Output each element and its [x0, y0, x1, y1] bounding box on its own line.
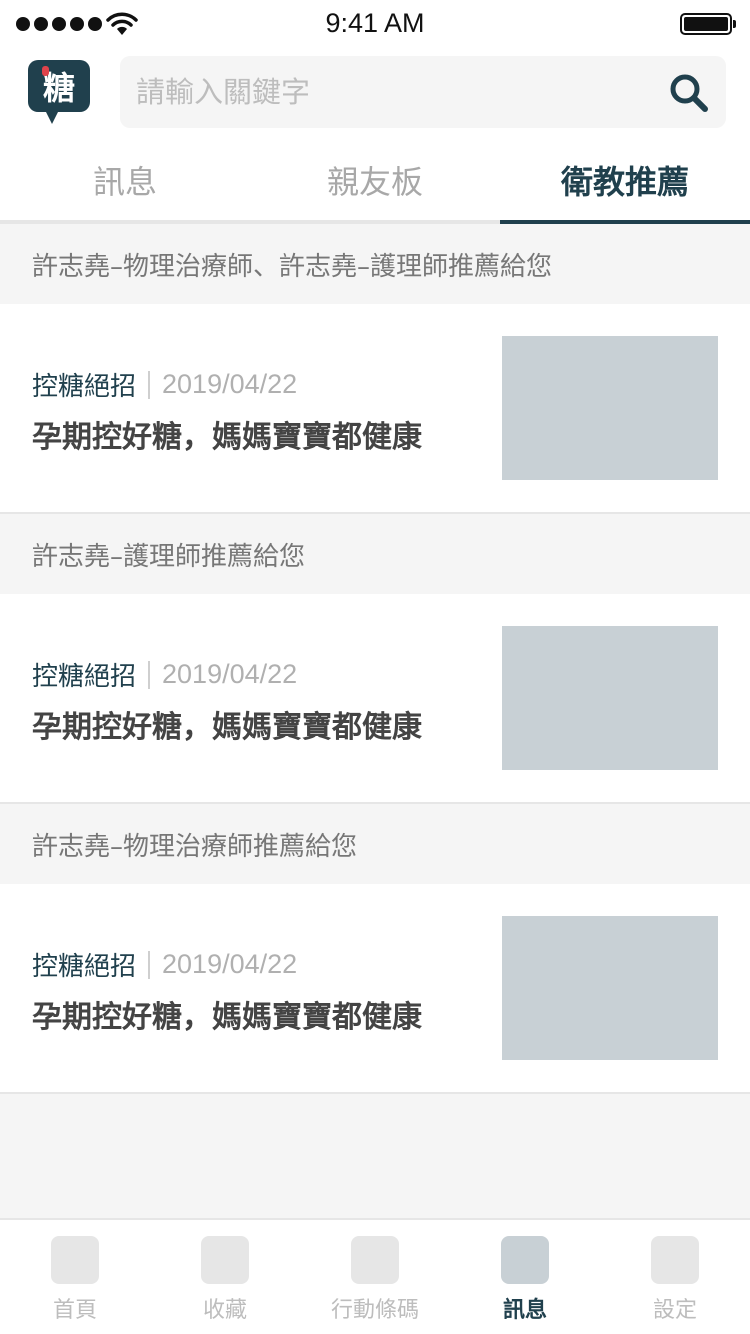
article-meta: 控糖絕招 2019/04/22: [32, 656, 297, 693]
tab-friends-board[interactable]: 親友板: [250, 140, 500, 220]
tabbar-label: 訊息: [502, 1298, 547, 1323]
tabbar-label: 收藏: [202, 1298, 247, 1323]
bottom-tab-bar: 首頁 收藏 行動條碼 訊息 設定: [0, 1218, 750, 1334]
recommendation-section: 許志堯–護理師推薦給您 控糖絕招 2019/04/22 孕期控好糖，媽媽寶寶都健…: [0, 514, 750, 804]
favorites-icon: [201, 1236, 249, 1284]
tabbar-item-home[interactable]: 首頁: [0, 1236, 150, 1332]
settings-icon: [651, 1236, 699, 1284]
app-header: 糖: [0, 48, 750, 140]
tab-messages[interactable]: 訊息: [0, 140, 250, 220]
recommender-label: 許志堯–護理師推薦給您: [0, 514, 750, 594]
article-thumbnail: [502, 916, 718, 1060]
tabbar-item-settings[interactable]: 設定: [600, 1236, 750, 1332]
status-time: 9:41 AM: [325, 8, 425, 38]
tabbar-item-favorites[interactable]: 收藏: [150, 1236, 300, 1332]
messages-icon: [501, 1236, 549, 1284]
recommendation-section: 許志堯–物理治療師推薦給您 控糖絕招 2019/04/22 孕期控好糖，媽媽寶寶…: [0, 804, 750, 1094]
meta-divider: [148, 660, 151, 689]
article-meta: 控糖絕招 2019/04/22: [32, 366, 297, 403]
article-category: 控糖絕招: [32, 662, 137, 692]
home-icon: [51, 1236, 99, 1284]
meta-divider: [148, 370, 151, 399]
status-bar: 9:41 AM: [0, 0, 750, 48]
article-card[interactable]: 控糖絕招 2019/04/22 孕期控好糖，媽媽寶寶都健康: [0, 594, 750, 804]
article-title: 孕期控好糖，媽媽寶寶都健康: [32, 710, 422, 745]
recommendation-section: 許志堯–物理治療師、許志堯–護理師推薦給您 控糖絕招 2019/04/22 孕期…: [0, 224, 750, 514]
tabbar-label: 設定: [652, 1298, 697, 1323]
tab-health-education[interactable]: 衛教推薦: [500, 140, 750, 224]
tabbar-item-messages[interactable]: 訊息: [450, 1236, 600, 1332]
search-icon[interactable]: [668, 72, 710, 114]
app-logo: 糖: [28, 60, 92, 126]
article-thumbnail: [502, 336, 718, 480]
logo-bubble: 糖: [28, 60, 90, 112]
article-card[interactable]: 控糖絕招 2019/04/22 孕期控好糖，媽媽寶寶都健康: [0, 304, 750, 514]
recommender-label: 許志堯–物理治療師推薦給您: [0, 804, 750, 884]
search-input[interactable]: [136, 56, 656, 128]
search-bar: [120, 56, 726, 128]
battery-icon: [680, 13, 736, 35]
tabbar-label: 首頁: [52, 1298, 97, 1323]
article-date: 2019/04/22: [162, 949, 298, 979]
barcode-icon: [351, 1236, 399, 1284]
article-card[interactable]: 控糖絕招 2019/04/22 孕期控好糖，媽媽寶寶都健康: [0, 884, 750, 1094]
message-tabs: 訊息 親友板 衛教推薦: [0, 140, 750, 224]
meta-divider: [148, 950, 151, 979]
article-date: 2019/04/22: [162, 369, 298, 399]
article-category: 控糖絕招: [32, 952, 137, 982]
article-category: 控糖絕招: [32, 372, 137, 402]
article-meta: 控糖絕招 2019/04/22: [32, 946, 297, 983]
tabbar-item-barcode[interactable]: 行動條碼: [300, 1236, 450, 1332]
recommender-label: 許志堯–物理治療師、許志堯–護理師推薦給您: [0, 224, 750, 304]
article-title: 孕期控好糖，媽媽寶寶都健康: [32, 420, 422, 455]
article-date: 2019/04/22: [162, 659, 298, 689]
tabbar-label: 行動條碼: [330, 1298, 419, 1323]
article-thumbnail: [502, 626, 718, 770]
article-title: 孕期控好糖，媽媽寶寶都健康: [32, 1000, 422, 1035]
logo-accent-dot: [42, 66, 49, 76]
